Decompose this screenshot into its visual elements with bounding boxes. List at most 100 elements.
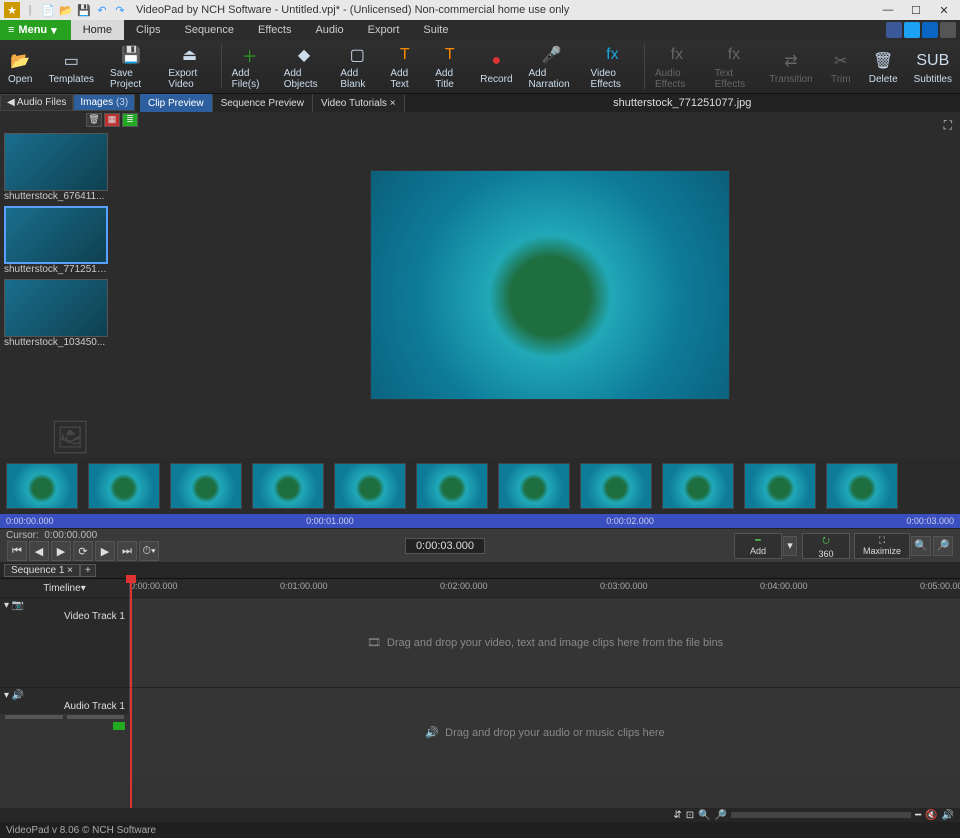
ribbon-export-video[interactable]: ⏏Export Video [160,40,219,93]
ribbon-add-objects[interactable]: ◆Add Objects [276,40,333,93]
tab-suite[interactable]: Suite [411,20,460,40]
bin-thumb[interactable]: shutterstock_103450... [4,279,108,348]
filmstrip-frame[interactable] [334,463,406,509]
facebook-icon[interactable] [886,22,902,38]
close-button[interactable]: ✕ [932,4,956,17]
maximize-button[interactable]: ☐ [904,4,928,17]
add-dropdown[interactable]: ▾ [783,536,797,556]
video-track-header[interactable]: ▾ 📷 Video Track 1 [0,598,130,687]
ribbon-text-effects-icon: fx [722,43,746,67]
mute-icon[interactable]: 🔇 [925,810,937,821]
qat-undo-icon[interactable]: ↶ [94,2,110,18]
volume-icon[interactable]: 🔊 [942,810,954,821]
qat-new-icon[interactable]: ★ [4,2,20,18]
bin-thumb[interactable]: shutterstock_771251077.jpg [4,206,108,275]
playhead[interactable] [130,579,132,808]
ribbon-record[interactable]: ●Record [472,40,520,93]
linkedin-icon[interactable] [922,22,938,38]
qat-redo-icon[interactable]: ↷ [112,2,128,18]
qat-save-icon[interactable]: 💾 [76,2,92,18]
ribbon-add-narration-icon: 🎤 [540,43,564,67]
tab-audio[interactable]: Audio [303,20,355,40]
tab-home[interactable]: Home [71,20,124,40]
menu-button[interactable]: ≡ Menu ▾ [0,20,71,40]
filmstrip-frame[interactable] [252,463,324,509]
ribbon-add-file-s-[interactable]: ＋Add File(s) [224,40,276,93]
bin-delete-icon[interactable]: 🗑 [86,113,102,127]
360-button[interactable]: ⭮360 [802,533,850,559]
zoom-in-icon[interactable]: 🔍 [911,536,931,556]
track-collapse-icon[interactable]: ⇵ [673,810,681,821]
ribbon-templates[interactable]: ▭Templates [40,40,102,93]
tab-sequence[interactable]: Sequence [172,20,246,40]
goto-end-button[interactable]: ⏭ [117,541,137,561]
filmstrip-frame[interactable] [662,463,734,509]
ribbon-subtitles[interactable]: SUBSubtitles [906,40,960,93]
ribbon-add-blank[interactable]: ▢Add Blank [332,40,382,93]
fullscreen-icon[interactable]: ⛶ [944,118,952,133]
help-icon[interactable] [940,22,956,38]
step-back-button[interactable]: ◀ [29,541,49,561]
zoom-out-tl-icon[interactable]: 🔍 [698,810,710,821]
zoom-in-tl-icon[interactable]: 🔎 [715,810,727,821]
minimize-button[interactable]: — [876,4,900,17]
filmstrip-frame[interactable] [6,463,78,509]
ribbon-video-effects[interactable]: fxVideo Effects [583,40,643,93]
filmstrip-frame[interactable] [826,463,898,509]
ruler-tick: 0:00:00.000 [130,581,178,591]
timeline-ruler[interactable]: 0:00:00.0000:01:00.0000:02:00.0000:03:00… [130,579,960,597]
zoom-slider[interactable] [731,812,911,818]
preview-filename: shutterstock_771251077.jpg [405,94,960,112]
sequence-tab[interactable]: Sequence 1 × [4,564,80,577]
bin-thumb[interactable]: shutterstock_676411... [4,133,108,202]
bin-tab-images[interactable]: Images (3) [73,94,135,111]
tab-effects[interactable]: Effects [246,20,303,40]
play-button[interactable]: ▶ [51,541,71,561]
goto-start-button[interactable]: ⏮ [7,541,27,561]
window-title: VideoPad by NCH Software - Untitled.vpj*… [136,4,876,16]
zoom-out-icon[interactable]: 🔎 [933,536,953,556]
filmstrip-frame[interactable] [416,463,488,509]
audio-track-body[interactable]: 🔊 Drag and drop your audio or music clip… [130,688,960,777]
ribbon-add-narration[interactable]: 🎤Add Narration [521,40,583,93]
zoom-fit-icon[interactable]: ⊡ [686,810,694,821]
preview-tab-tutorials[interactable]: Video Tutorials × [313,94,405,112]
tab-clips[interactable]: Clips [124,20,172,40]
filmstrip-frame[interactable] [744,463,816,509]
add-to-timeline-button[interactable]: ━Add [734,533,782,559]
preview-tab-clip[interactable]: Clip Preview [140,94,213,112]
audio-track-header[interactable]: ▾ 🔊 Audio Track 1 [0,688,130,714]
ribbon-add-title[interactable]: TAdd Title [427,40,472,93]
filmstrip-frame[interactable] [580,463,652,509]
preview-tab-sequence[interactable]: Sequence Preview [213,94,313,112]
video-track-body[interactable]: 🎞 Drag and drop your video, text and ima… [130,598,960,687]
bin-view-icon[interactable]: ≣ [122,113,138,127]
preview-viewport[interactable]: ⛶ [140,112,960,458]
loop-button[interactable]: ⟳ [73,541,93,561]
timeline-mode-label[interactable]: Timeline ▾ [0,579,130,597]
ribbon-save-project[interactable]: 💾Save Project [102,40,160,93]
speed-button[interactable]: ⏱▾ [139,541,159,561]
filmstrip-frame[interactable] [170,463,242,509]
playback-controls: Cursor: 0:00:00.000 ⏮ ◀ ▶ ⟳ ▶ ⏭ ⏱▾ 0:00:… [0,528,960,562]
step-fwd-button[interactable]: ▶ [95,541,115,561]
ruler-tick: 0:01:00.000 [280,581,328,591]
maximize-preview-button[interactable]: ⛶Maximize [854,533,910,559]
add-sequence-button[interactable]: + [80,564,96,577]
bin-tab-audio[interactable]: ◀ Audio Files [0,94,73,111]
bin-thumbnails: shutterstock_676411...shutterstock_77125… [0,129,140,418]
ribbon-add-objects-icon: ◆ [292,43,316,67]
bin-add-icon[interactable]: ▦ [104,113,120,127]
tab-export[interactable]: Export [356,20,412,40]
twitter-icon[interactable] [904,22,920,38]
ribbon-delete[interactable]: 🗑Delete [861,40,906,93]
ribbon-open[interactable]: 📂Open [0,40,40,93]
ribbon-open-icon: 📂 [8,49,32,73]
filmstrip-frame[interactable] [498,463,570,509]
status-bar: VideoPad v 8.06 © NCH Software [0,822,960,838]
ribbon-add-text[interactable]: TAdd Text [382,40,427,93]
filmstrip-frame[interactable] [88,463,160,509]
qat-open-icon[interactable]: 📂 [58,2,74,18]
filmstrip[interactable] [0,458,960,514]
qat-new-file-icon[interactable]: 📄 [40,2,56,18]
